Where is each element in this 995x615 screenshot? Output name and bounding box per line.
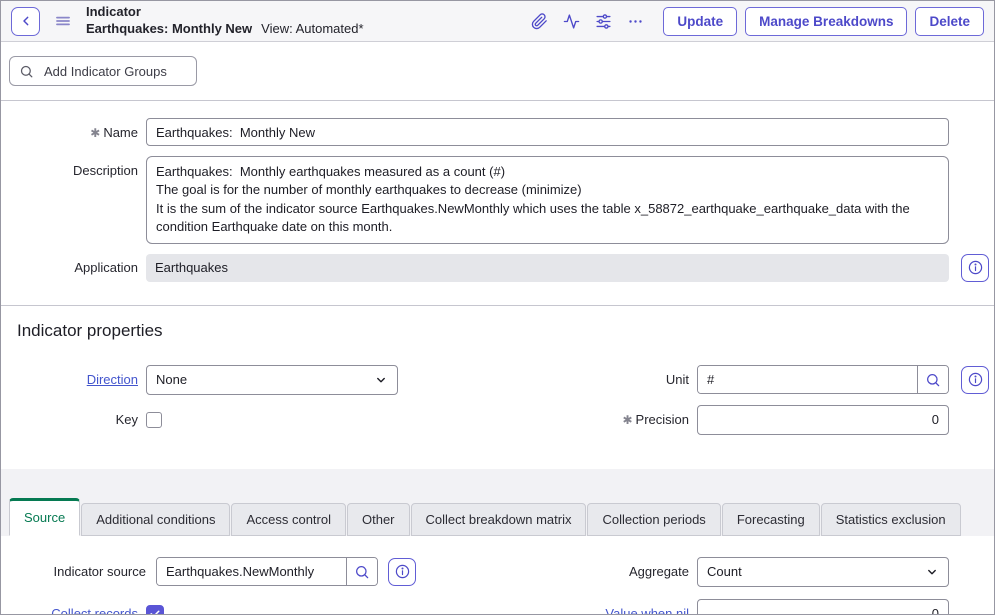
indicator-source-aggregate-row: Indicator source Aggregate — [1, 557, 994, 587]
application-info-button[interactable] — [961, 254, 989, 282]
indicator-groups-bar — [1, 42, 994, 101]
application-value: Earthquakes — [146, 254, 949, 282]
indicator-source-lookup-button[interactable] — [346, 558, 377, 585]
source-tab-panel: Indicator source Aggregate — [1, 536, 994, 615]
record-name-label: Earthquakes: Monthly New — [86, 21, 252, 38]
key-label: Key — [9, 412, 146, 427]
name-row: ✱Name — [1, 118, 994, 146]
direction-select[interactable]: None — [146, 365, 398, 395]
record-title: Indicator Earthquakes: Monthly New View:… — [86, 4, 364, 38]
chevron-down-icon — [374, 373, 388, 387]
direction-label-link[interactable]: Direction — [87, 372, 138, 387]
search-icon — [354, 564, 370, 580]
context-menu-icon[interactable] — [54, 12, 72, 30]
description-textarea[interactable]: Earthquakes: Monthly earthquakes measure… — [146, 156, 949, 244]
key-precision-row: Key ✱Precision — [1, 405, 994, 435]
precision-label: ✱Precision — [622, 412, 697, 427]
collect-records-label-link[interactable]: Collect records — [51, 606, 138, 615]
personalize-form-icon[interactable] — [595, 13, 612, 30]
direction-value: None — [156, 372, 187, 387]
value-when-nil-label-link[interactable]: Value when nil — [605, 606, 689, 615]
indicator-source-input[interactable] — [157, 558, 346, 585]
unit-field-group — [697, 365, 949, 394]
value-when-nil-input[interactable] — [697, 599, 949, 615]
check-icon — [149, 608, 161, 615]
tab-other[interactable]: Other — [347, 503, 410, 536]
indicator-source-info-button[interactable] — [388, 558, 416, 586]
add-indicator-groups-input[interactable] — [42, 63, 187, 80]
indicator-source-field-group — [156, 557, 378, 586]
indicator-properties-section: Indicator properties Direction None Unit — [1, 306, 994, 469]
application-label: Application — [9, 260, 146, 275]
info-icon — [967, 371, 984, 388]
required-icon: ✱ — [90, 126, 100, 140]
name-label: ✱Name — [9, 125, 146, 140]
description-label: Description — [9, 156, 146, 178]
required-icon: ✱ — [622, 413, 632, 427]
key-checkbox[interactable] — [146, 412, 162, 428]
info-icon — [967, 259, 984, 276]
tab-source[interactable]: Source — [9, 498, 80, 536]
view-label: View: Automated* — [261, 21, 363, 38]
unit-lookup-button[interactable] — [917, 366, 948, 393]
unit-info-button[interactable] — [961, 366, 989, 394]
header-actions: Update Manage Breakdowns Delete — [531, 7, 984, 36]
application-row: Application Earthquakes — [1, 254, 994, 282]
chevron-down-icon — [925, 565, 939, 579]
name-input[interactable] — [146, 118, 949, 146]
indicator-source-label: Indicator source — [9, 564, 146, 579]
tab-collect-breakdown-matrix[interactable]: Collect breakdown matrix — [411, 503, 587, 536]
aggregate-value: Count — [707, 564, 742, 579]
info-icon — [394, 563, 411, 580]
main-form-section: ✱Name Description Earthquakes: Monthly e… — [1, 101, 994, 305]
unit-label: Unit — [666, 372, 697, 387]
direction-unit-row: Direction None Unit — [1, 365, 994, 395]
description-row: Description Earthquakes: Monthly earthqu… — [1, 156, 994, 244]
aggregate-select[interactable]: Count — [697, 557, 949, 587]
record-type-label: Indicator — [86, 4, 364, 21]
tab-collection-periods[interactable]: Collection periods — [587, 503, 720, 536]
tab-access-control[interactable]: Access control — [231, 503, 346, 536]
more-actions-icon[interactable] — [627, 13, 644, 30]
form-tabs: Source Additional conditions Access cont… — [1, 469, 994, 536]
section-title: Indicator properties — [1, 321, 994, 341]
tab-additional-conditions[interactable]: Additional conditions — [81, 503, 230, 536]
collect-records-nil-row: Collect records Value when nil — [1, 599, 994, 615]
tab-forecasting[interactable]: Forecasting — [722, 503, 820, 536]
attachment-icon[interactable] — [531, 13, 548, 30]
add-indicator-groups-search[interactable] — [9, 56, 197, 86]
tab-statistics-exclusion[interactable]: Statistics exclusion — [821, 503, 961, 536]
search-icon — [925, 372, 941, 388]
activity-icon[interactable] — [563, 13, 580, 30]
update-button[interactable]: Update — [663, 7, 737, 36]
indicator-form-page: Indicator Earthquakes: Monthly New View:… — [0, 0, 995, 615]
aggregate-label: Aggregate — [629, 564, 697, 579]
chevron-left-icon — [18, 13, 34, 29]
manage-breakdowns-button[interactable]: Manage Breakdowns — [745, 7, 907, 36]
search-icon — [19, 64, 34, 79]
collect-records-checkbox[interactable] — [146, 605, 164, 615]
back-button[interactable] — [11, 7, 40, 36]
precision-input[interactable] — [697, 405, 949, 435]
record-header: Indicator Earthquakes: Monthly New View:… — [1, 1, 994, 42]
delete-button[interactable]: Delete — [915, 7, 984, 36]
unit-input[interactable] — [698, 366, 917, 393]
